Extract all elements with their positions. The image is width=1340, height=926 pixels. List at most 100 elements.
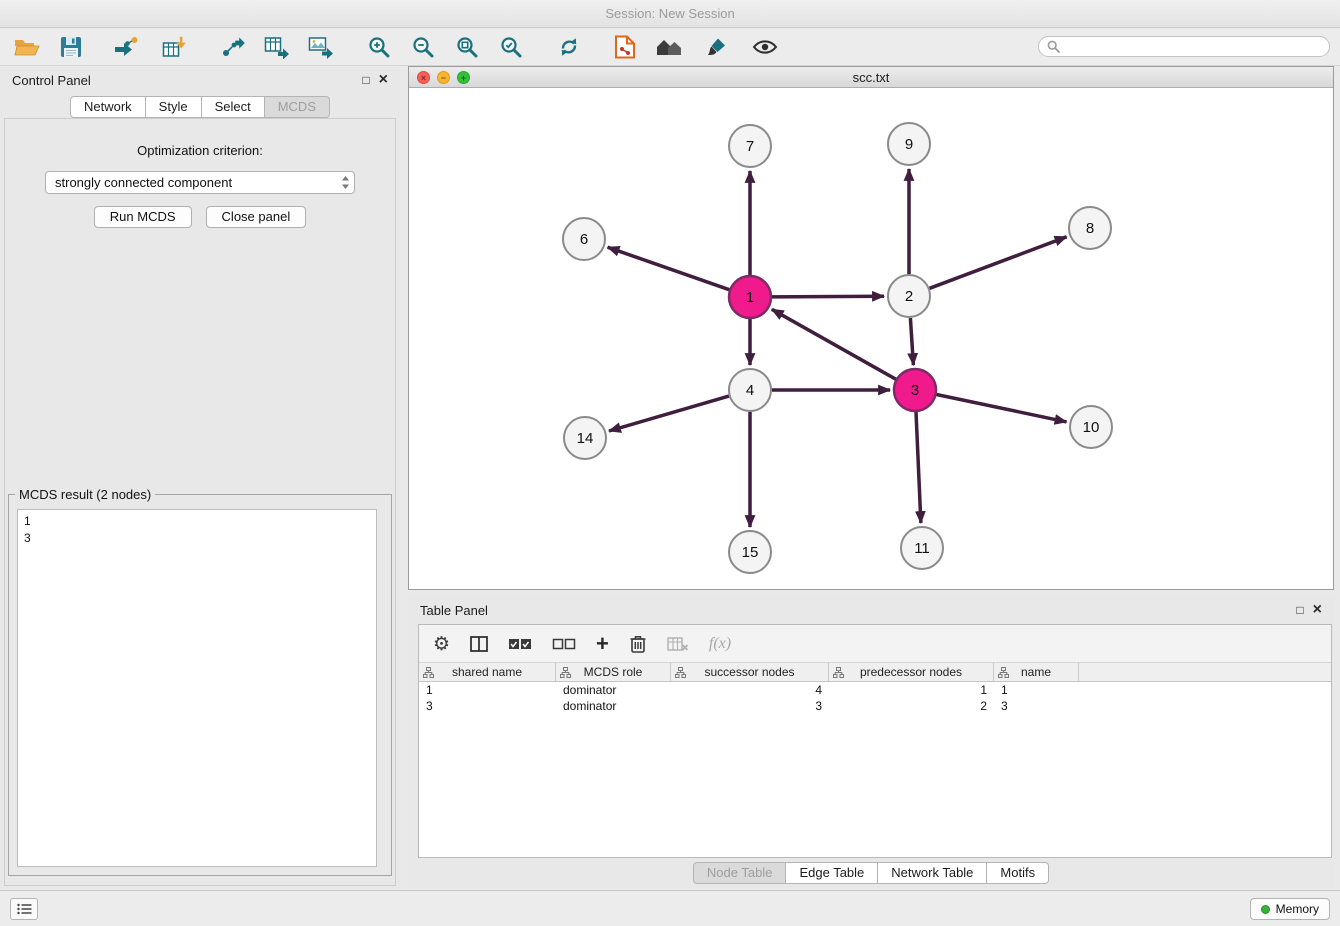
tab-network[interactable]: Network	[70, 96, 146, 118]
export-table-button[interactable]	[260, 31, 294, 63]
column-header-name[interactable]: name	[994, 663, 1079, 681]
zoom-window-icon[interactable]: +	[457, 71, 470, 84]
delete-column-button[interactable]	[629, 631, 647, 657]
zoom-fit-button[interactable]	[450, 31, 484, 63]
unchecked-boxes-icon	[552, 638, 576, 650]
task-history-button[interactable]	[10, 898, 38, 920]
network-window-titlebar[interactable]: × − + scc.txt	[409, 67, 1333, 88]
tab-mcds[interactable]: MCDS	[265, 96, 330, 118]
tab-motifs[interactable]: Motifs	[987, 862, 1049, 884]
function-builder-button[interactable]: f(x)	[709, 631, 731, 657]
export-network-button[interactable]	[216, 31, 250, 63]
main-toolbar	[0, 28, 1340, 66]
network-view-window: × − + scc.txt 7 9 6 8 1 2 4 3 14 10 15 11	[408, 66, 1334, 590]
table-row[interactable]: 1dominator411	[419, 682, 1331, 698]
close-window-icon[interactable]: ×	[417, 71, 430, 84]
minimize-window-icon[interactable]: −	[437, 71, 450, 84]
tab-node-table[interactable]: Node Table	[693, 862, 787, 884]
column-header-predecessor-nodes[interactable]: predecessor nodes	[829, 663, 994, 681]
network-graph[interactable]: 7 9 6 8 1 2 4 3 14 10 15 11	[409, 88, 1333, 589]
search-input[interactable]	[1065, 40, 1321, 54]
delete-table-button[interactable]	[667, 631, 689, 657]
float-panel-icon[interactable]: □	[362, 74, 369, 86]
save-disk-icon	[60, 36, 82, 58]
close-panel-button[interactable]: Close panel	[206, 206, 307, 228]
toggle-panel-mode-button[interactable]	[470, 631, 488, 657]
graph-node-3[interactable]: 3	[894, 369, 936, 411]
graph-node-14[interactable]: 14	[564, 417, 606, 459]
home-icon	[655, 36, 683, 58]
float-table-panel-icon[interactable]: □	[1296, 604, 1303, 616]
graph-node-11[interactable]: 11	[901, 527, 943, 569]
graph-node-9[interactable]: 9	[888, 123, 930, 165]
graph-edge-2-8[interactable]	[930, 237, 1067, 288]
memory-button[interactable]: Memory	[1250, 898, 1330, 920]
graph-edge-1-6[interactable]	[608, 247, 730, 290]
column-header-mcds-role[interactable]: MCDS role	[556, 663, 671, 681]
graph-edge-3-10[interactable]	[937, 395, 1067, 422]
memory-status-icon	[1261, 905, 1270, 914]
graph-node-4[interactable]: 4	[729, 369, 771, 411]
graph-node-7[interactable]: 7	[729, 125, 771, 167]
node-table-body[interactable]: 1dominator4113dominator323	[419, 682, 1331, 857]
graph-node-6[interactable]: 6	[563, 218, 605, 260]
checked-boxes-icon	[508, 638, 532, 650]
criterion-select[interactable]: strongly connected component	[45, 171, 355, 194]
tab-style[interactable]: Style	[146, 96, 202, 118]
zoom-selected-button[interactable]	[494, 31, 528, 63]
export-image-button[interactable]	[304, 31, 338, 63]
run-mcds-button[interactable]: Run MCDS	[94, 206, 192, 228]
column-type-icon	[560, 667, 571, 678]
import-network-button[interactable]	[110, 31, 144, 63]
control-panel-tabs: NetworkStyleSelectMCDS	[0, 96, 400, 118]
node-table-container: ⚙	[418, 624, 1332, 858]
graph-edge-3-1[interactable]	[772, 309, 896, 379]
mcds-result-text[interactable]: 1 3	[17, 509, 377, 867]
graph-node-15[interactable]: 15	[729, 531, 771, 573]
refresh-icon	[557, 35, 581, 59]
column-header-successor-nodes[interactable]: successor nodes	[671, 663, 829, 681]
graph-node-8[interactable]: 8	[1069, 207, 1111, 249]
table-cell-name: 3	[994, 698, 1079, 714]
search-icon	[1047, 40, 1060, 53]
graph-edge-4-14[interactable]	[609, 396, 729, 431]
hide-all-columns-button[interactable]	[552, 631, 576, 657]
zoom-out-button[interactable]	[406, 31, 440, 63]
refresh-view-button[interactable]	[552, 31, 586, 63]
table-options-button[interactable]: ⚙	[433, 631, 450, 657]
close-table-panel-icon[interactable]: ×	[1313, 604, 1322, 616]
apply-style-button[interactable]	[700, 31, 734, 63]
close-panel-icon[interactable]: ×	[379, 74, 388, 86]
open-session-button[interactable]	[10, 31, 44, 63]
create-column-button[interactable]: +	[596, 631, 609, 657]
graph-edge-3-11[interactable]	[916, 412, 921, 523]
show-hide-view-button[interactable]	[748, 31, 782, 63]
export-table-icon	[264, 35, 290, 59]
import-table-button[interactable]	[158, 31, 192, 63]
graph-node-label: 4	[746, 382, 754, 399]
delete-table-icon	[667, 636, 689, 652]
table-panel-header: Table Panel □ ×	[408, 596, 1334, 624]
control-panel-header: Control Panel □ ×	[0, 66, 400, 94]
home-layout-button[interactable]	[652, 31, 686, 63]
tab-select[interactable]: Select	[202, 96, 265, 118]
tab-network-table[interactable]: Network Table	[878, 862, 987, 884]
graph-edge-1-2[interactable]	[772, 296, 884, 297]
save-session-button[interactable]	[54, 31, 88, 63]
zoom-in-button[interactable]	[362, 31, 396, 63]
table-row[interactable]: 3dominator323	[419, 698, 1331, 714]
column-type-icon	[423, 667, 434, 678]
graph-node-1[interactable]: 1	[729, 276, 771, 318]
graph-node-2[interactable]: 2	[888, 275, 930, 317]
open-session-document-button[interactable]	[608, 31, 642, 63]
tab-edge-table[interactable]: Edge Table	[786, 862, 878, 884]
graph-node-10[interactable]: 10	[1070, 406, 1112, 448]
style-brush-icon	[705, 35, 729, 59]
table-cell-mcds-role: dominator	[556, 698, 671, 714]
column-header-shared-name[interactable]: shared name	[419, 663, 556, 681]
graph-edge-2-3[interactable]	[910, 318, 913, 365]
show-all-columns-button[interactable]	[508, 631, 532, 657]
memory-label: Memory	[1276, 902, 1319, 916]
search-field[interactable]	[1038, 36, 1330, 57]
table-cell-successor-nodes: 3	[671, 698, 829, 714]
